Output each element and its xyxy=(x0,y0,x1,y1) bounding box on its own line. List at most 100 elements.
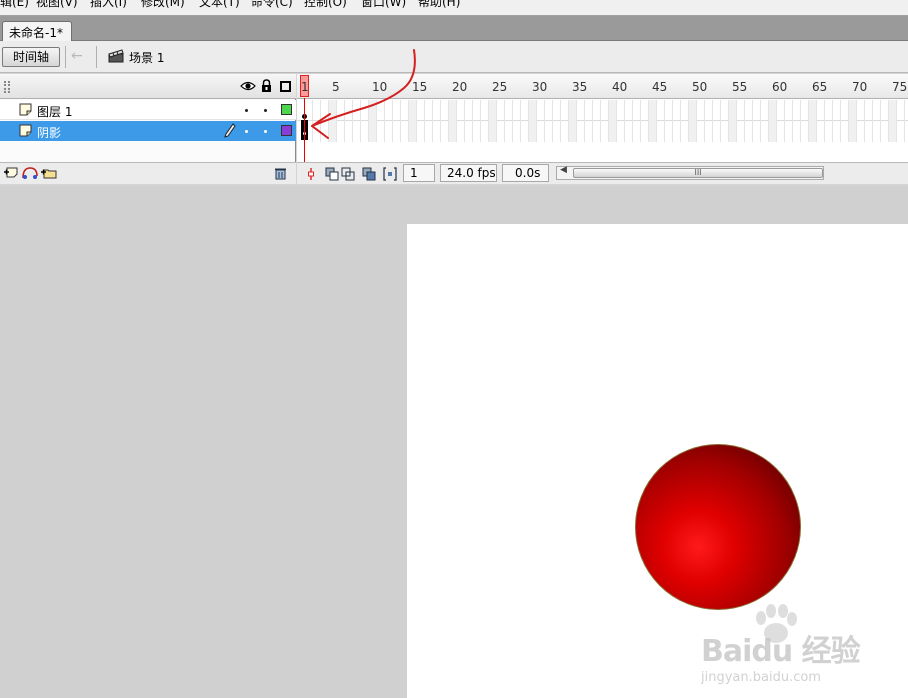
onion-outline-icon[interactable] xyxy=(341,167,355,181)
frame-cell[interactable] xyxy=(369,100,377,142)
frame-cell[interactable] xyxy=(705,100,713,142)
modify-markers-icon[interactable] xyxy=(383,167,397,181)
red-ball-shape[interactable] xyxy=(635,444,801,610)
frame-cell[interactable] xyxy=(673,100,681,142)
frame-cell[interactable] xyxy=(657,100,665,142)
lock-dot[interactable] xyxy=(264,130,267,133)
frame-cell[interactable] xyxy=(417,100,425,142)
visibility-dot[interactable] xyxy=(245,109,248,112)
scene-breadcrumb[interactable]: 场景 1 xyxy=(129,49,164,66)
grip-handle[interactable] xyxy=(4,81,10,93)
frame-cell[interactable] xyxy=(625,100,633,142)
frame-cell[interactable] xyxy=(497,100,505,142)
stage-canvas[interactable]: Baidu 经验 jingyan.baidu.com xyxy=(407,224,908,698)
frame-cell[interactable] xyxy=(825,100,833,142)
back-arrow-icon[interactable]: ← xyxy=(71,48,89,64)
frame-cell[interactable] xyxy=(817,100,825,142)
frame-cell[interactable] xyxy=(361,100,369,142)
edit-multiple-frames-icon[interactable] xyxy=(362,167,376,181)
trash-icon[interactable] xyxy=(274,167,287,180)
frame-cell[interactable] xyxy=(721,100,729,142)
frame-cell[interactable] xyxy=(393,100,401,142)
frame-cell[interactable] xyxy=(553,100,561,142)
layer-name[interactable]: 阴影 xyxy=(37,124,61,141)
layer-name[interactable]: 图层 1 xyxy=(37,103,72,120)
frame-cell[interactable] xyxy=(729,100,737,142)
outline-toggle-icon[interactable] xyxy=(280,81,291,92)
frame-cell[interactable] xyxy=(385,100,393,142)
frame-cell[interactable] xyxy=(697,100,705,142)
frame-cell[interactable] xyxy=(857,100,865,142)
frame-cell[interactable] xyxy=(545,100,553,142)
frame-cell[interactable] xyxy=(609,100,617,142)
frame-cell[interactable] xyxy=(457,100,465,142)
eye-icon[interactable] xyxy=(240,80,256,92)
frame-cell[interactable] xyxy=(713,100,721,142)
frame-cell[interactable] xyxy=(329,100,337,142)
frame-cell[interactable] xyxy=(433,100,441,142)
frame-cell[interactable] xyxy=(649,100,657,142)
frame-cell[interactable] xyxy=(489,100,497,142)
scrollbar-thumb[interactable]: III xyxy=(573,168,823,178)
new-folder-icon[interactable] xyxy=(40,166,58,180)
menu-control[interactable]: 控制(O) xyxy=(304,0,347,10)
frame-ruler[interactable]: 1 5 10 15 20 25 30 35 40 45 50 55 60 65 … xyxy=(297,74,908,99)
frame-cell[interactable] xyxy=(753,100,761,142)
frame-cell[interactable] xyxy=(537,100,545,142)
layer-row[interactable]: 图层 1 xyxy=(0,100,296,120)
layer-row-selected[interactable]: 阴影 xyxy=(0,121,296,141)
current-frame-field[interactable]: 1 xyxy=(403,164,435,182)
frame-cell[interactable] xyxy=(777,100,785,142)
frame-cell[interactable] xyxy=(833,100,841,142)
work-area[interactable]: Baidu 经验 jingyan.baidu.com xyxy=(0,186,908,698)
frame-cell[interactable] xyxy=(465,100,473,142)
menu-insert[interactable]: 插入(I) xyxy=(90,0,127,10)
frame-cell[interactable] xyxy=(481,100,489,142)
motion-guide-icon[interactable] xyxy=(21,166,39,180)
frame-cell[interactable] xyxy=(585,100,593,142)
frame-cell[interactable] xyxy=(321,100,329,142)
frame-cell[interactable] xyxy=(761,100,769,142)
frame-cell[interactable] xyxy=(841,100,849,142)
frame-cell[interactable] xyxy=(737,100,745,142)
frame-cell[interactable] xyxy=(513,100,521,142)
frame-cell[interactable] xyxy=(665,100,673,142)
frame-cell[interactable] xyxy=(337,100,345,142)
layer-color-swatch[interactable] xyxy=(281,125,292,136)
frame-cell[interactable] xyxy=(641,100,649,142)
visibility-dot[interactable] xyxy=(245,130,248,133)
timeline-frames[interactable]: 1 5 10 15 20 25 30 35 40 45 50 55 60 65 … xyxy=(297,74,908,184)
timeline-scrollbar[interactable]: ◀ III xyxy=(556,165,824,180)
onion-skin-icon[interactable] xyxy=(325,167,339,181)
frame-cell[interactable] xyxy=(577,100,585,142)
frame-cell[interactable] xyxy=(441,100,449,142)
frame-cell[interactable] xyxy=(561,100,569,142)
document-tab[interactable]: 未命名-1* xyxy=(2,21,72,42)
frame-cell[interactable] xyxy=(793,100,801,142)
frame-cell[interactable] xyxy=(601,100,609,142)
frame-cell[interactable] xyxy=(745,100,753,142)
frame-cell[interactable] xyxy=(425,100,433,142)
timeline-toggle-button[interactable]: 时间轴 xyxy=(2,47,60,67)
frame-cell[interactable] xyxy=(801,100,809,142)
menu-help[interactable]: 帮助(H) xyxy=(418,0,460,10)
menu-commands[interactable]: 命令(C) xyxy=(251,0,293,10)
frame-cell[interactable] xyxy=(633,100,641,142)
frame-cell[interactable] xyxy=(593,100,601,142)
frame-cell[interactable] xyxy=(897,100,905,142)
frame-cell[interactable] xyxy=(521,100,529,142)
frame-cell[interactable] xyxy=(313,100,321,142)
frame-cell[interactable] xyxy=(377,100,385,142)
menu-window[interactable]: 窗口(W) xyxy=(361,0,406,10)
frame-cell[interactable] xyxy=(681,100,689,142)
frame-rate-field[interactable]: 24.0 fps xyxy=(440,164,497,182)
frame-cell[interactable] xyxy=(785,100,793,142)
frame-cell[interactable] xyxy=(449,100,457,142)
menu-view[interactable]: 视图(V) xyxy=(36,0,78,10)
new-layer-icon[interactable] xyxy=(3,166,19,180)
lock-dot[interactable] xyxy=(264,109,267,112)
frame-cell[interactable] xyxy=(889,100,897,142)
lock-icon[interactable] xyxy=(261,79,272,93)
frame-cell[interactable] xyxy=(617,100,625,142)
menu-modify[interactable]: 修改(M) xyxy=(141,0,185,10)
